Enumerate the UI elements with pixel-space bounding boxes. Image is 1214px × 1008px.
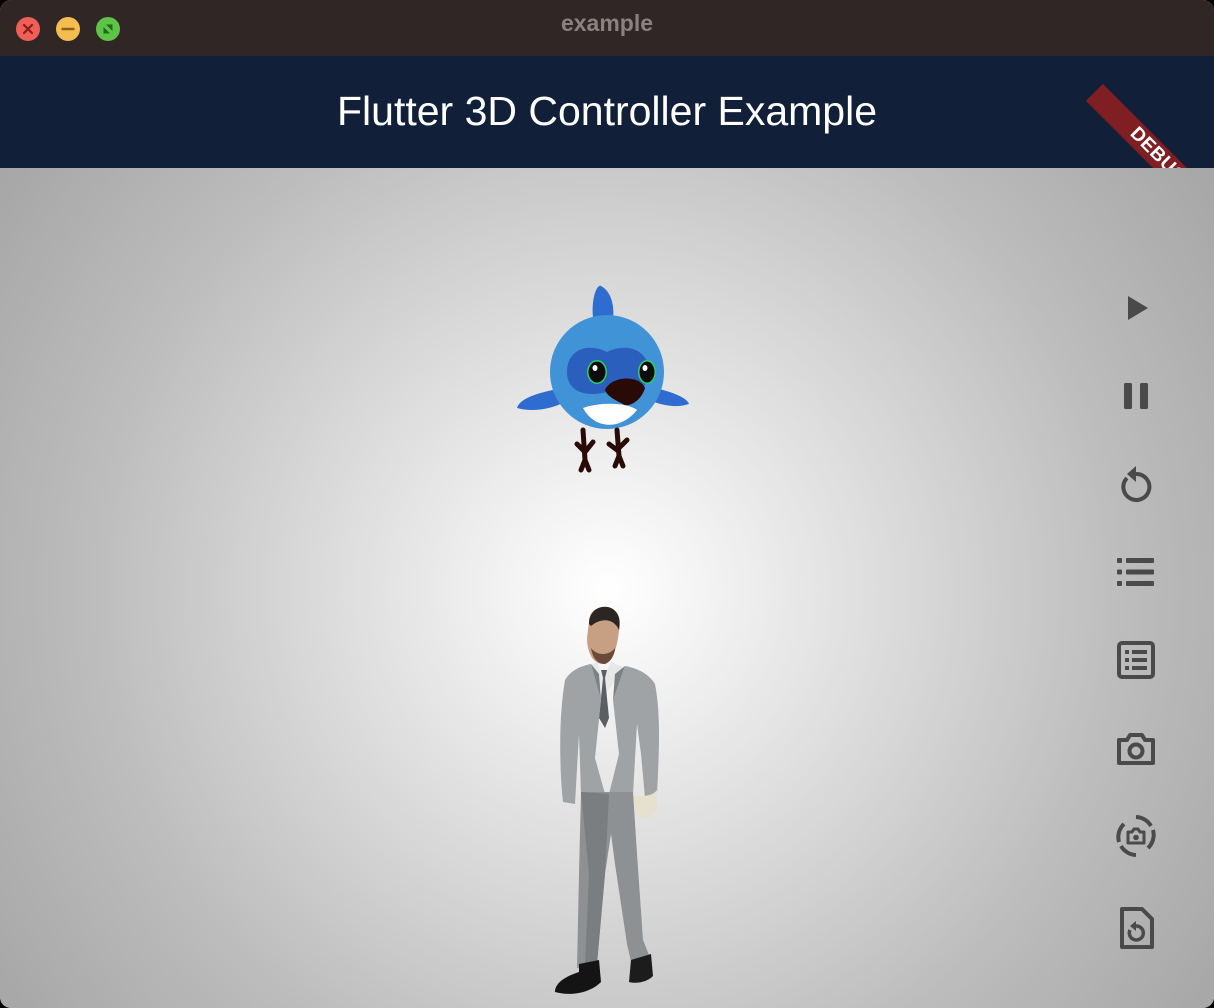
app-bar: Flutter 3D Controller Example DEBUG bbox=[0, 56, 1214, 229]
camera-rotate-icon bbox=[1116, 815, 1156, 857]
man-model[interactable] bbox=[545, 604, 675, 1000]
model-viewer[interactable] bbox=[0, 168, 1214, 1008]
list-icon bbox=[1117, 558, 1154, 586]
pause-icon bbox=[1124, 383, 1148, 409]
list-alt-icon bbox=[1117, 641, 1155, 679]
replay-icon bbox=[1121, 466, 1152, 502]
play-icon bbox=[1128, 296, 1148, 320]
play-button[interactable] bbox=[1112, 284, 1160, 332]
pause-button[interactable] bbox=[1112, 372, 1160, 420]
app-bar-title: Flutter 3D Controller Example bbox=[336, 88, 878, 134]
camera-icon bbox=[1117, 733, 1155, 765]
window-title: example bbox=[560, 10, 654, 36]
file-restore-icon bbox=[1120, 907, 1154, 949]
reset-model-button[interactable] bbox=[1112, 904, 1160, 952]
reset-camera-button[interactable] bbox=[1112, 812, 1160, 860]
animations-list-button[interactable] bbox=[1112, 548, 1160, 596]
window-title-bar: example bbox=[0, 0, 1214, 56]
replay-button[interactable] bbox=[1112, 460, 1160, 508]
bird-model[interactable] bbox=[505, 280, 705, 480]
app-window: example Flutter 3D Controller Example DE… bbox=[0, 0, 1214, 1008]
camera-orbit-button[interactable] bbox=[1112, 724, 1160, 772]
textures-list-button[interactable] bbox=[1112, 636, 1160, 684]
